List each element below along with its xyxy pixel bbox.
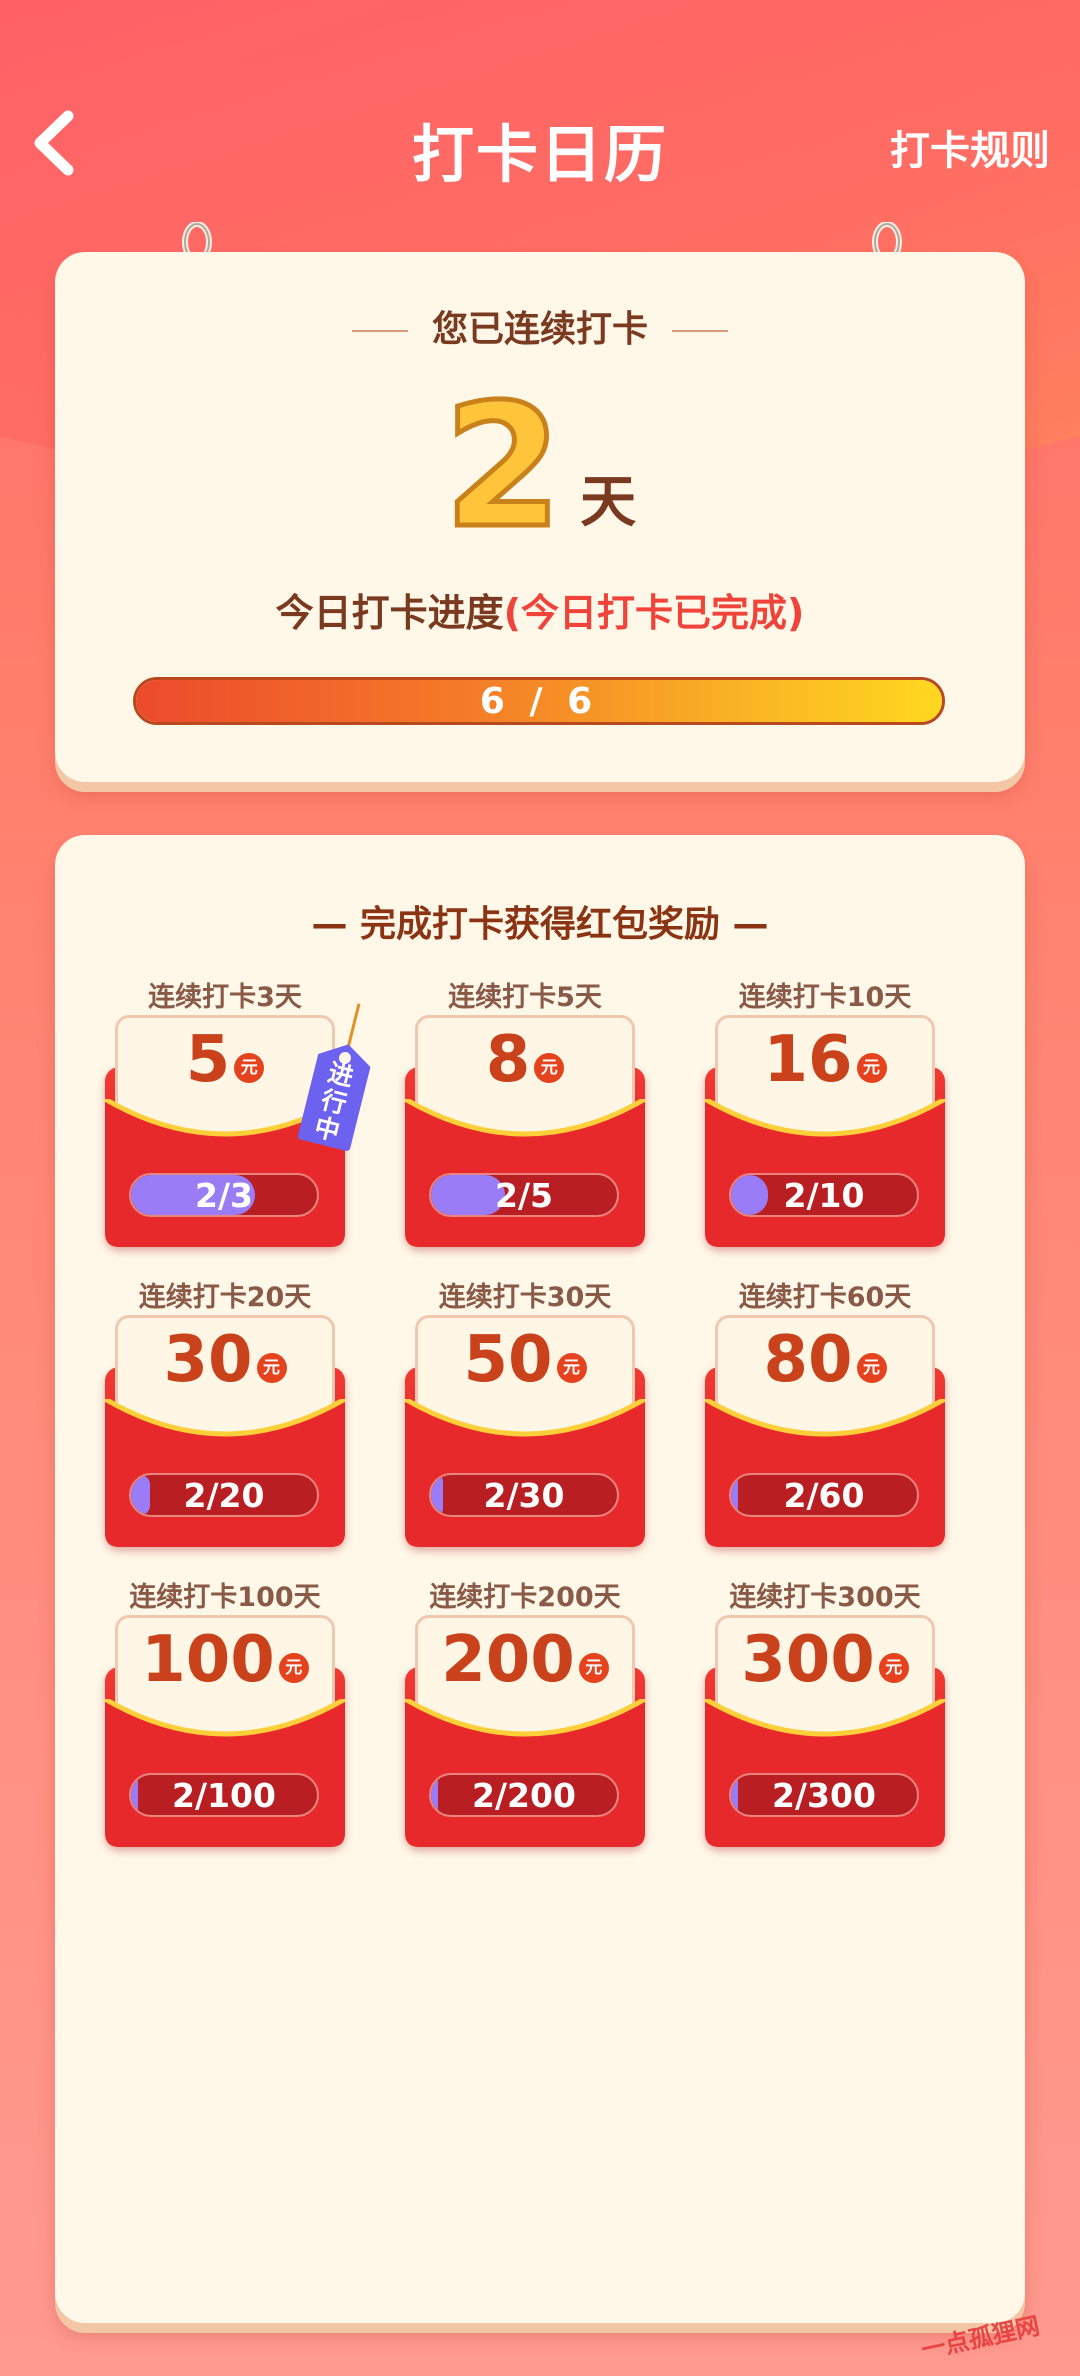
reward-item[interactable]: 连续打卡100天 100 元 2/100 — [105, 1575, 345, 1847]
streak-card: 您已连续打卡 2天 今日打卡进度(今日打卡已完成) 6 / 6 — [55, 252, 1025, 782]
streak-days: 2天 — [55, 368, 1025, 566]
today-progress-bar: 6 / 6 — [133, 677, 945, 725]
reward-progress-bar: 2/100 — [129, 1773, 319, 1817]
reward-progress-value: 2/30 — [483, 1475, 565, 1515]
reward-amount-value: 8 — [485, 1023, 531, 1097]
reward-caption: 连续打卡200天 — [429, 1582, 621, 1613]
yuan-badge: 元 — [578, 1653, 609, 1683]
yuan-badge: 元 — [278, 1653, 309, 1683]
streak-heading-text: 您已连续打卡 — [431, 309, 648, 350]
reward-progress-value: 2/200 — [472, 1775, 576, 1815]
reward-item[interactable]: 连续打卡20天 30 元 2/20 — [105, 1275, 345, 1547]
reward-progress-value: 2/20 — [183, 1475, 265, 1515]
rewards-card: — 完成打卡获得红包奖励 — 连续打卡3天 5 元 2/3 进行中连续打卡5天 8 元 2/5… — [55, 835, 1025, 2323]
reward-progress-value: 2/10 — [783, 1175, 865, 1215]
reward-amount-value: 50 — [463, 1323, 553, 1397]
reward-amount: 80 元 — [705, 1323, 945, 1397]
today-progress-value: 6 / 6 — [479, 680, 599, 722]
red-envelope: 200 元 2/200 — [405, 1615, 645, 1847]
reward-caption: 连续打卡10天 — [738, 982, 912, 1013]
divider — [351, 330, 408, 332]
reward-item[interactable]: 连续打卡5天 8 元 2/5 — [405, 975, 645, 1247]
yuan-badge: 元 — [878, 1653, 909, 1683]
reward-amount: 200 元 — [405, 1623, 645, 1697]
reward-progress-value: 2/100 — [172, 1775, 276, 1815]
today-progress-text: 今日打卡进度 — [275, 591, 504, 635]
reward-item[interactable]: 连续打卡60天 80 元 2/60 — [705, 1275, 945, 1547]
divider — [672, 330, 728, 332]
reward-amount-value: 300 — [741, 1623, 875, 1697]
yuan-badge: 元 — [534, 1053, 565, 1083]
streak-count: 2 — [441, 368, 564, 566]
red-envelope: 8 元 2/5 — [405, 1015, 645, 1247]
rewards-title: — 完成打卡获得红包奖励 — — [311, 904, 769, 945]
streak-unit: 天 — [580, 470, 637, 535]
reward-progress-value: 2/60 — [783, 1475, 865, 1515]
reward-item[interactable]: 连续打卡3天 5 元 2/3 进行中 — [105, 975, 345, 1247]
reward-amount: 100 元 — [105, 1623, 345, 1697]
reward-amount-value: 80 — [763, 1323, 853, 1397]
streak-heading: 您已连续打卡 — [55, 300, 1025, 352]
reward-progress-bar: 2/10 — [729, 1173, 919, 1217]
reward-caption: 连续打卡60天 — [738, 1282, 912, 1313]
reward-progress-bar: 2/60 — [729, 1473, 919, 1517]
reward-item[interactable]: 连续打卡200天 200 元 2/200 — [405, 1575, 645, 1847]
reward-amount-value: 30 — [163, 1323, 253, 1397]
red-envelope: 80 元 2/60 — [705, 1315, 945, 1547]
reward-amount: 30 元 — [105, 1323, 345, 1397]
reward-amount-value: 100 — [141, 1623, 275, 1697]
red-envelope: 50 元 2/30 — [405, 1315, 645, 1547]
reward-item[interactable]: 连续打卡30天 50 元 2/30 — [405, 1275, 645, 1547]
reward-progress-bar: 2/5 — [429, 1173, 619, 1217]
yuan-badge: 元 — [234, 1053, 265, 1083]
reward-item[interactable]: 连续打卡10天 16 元 2/10 — [705, 975, 945, 1247]
rules-link[interactable]: 打卡规则 — [890, 118, 1050, 176]
top-bar: 打卡日历 打卡规则 — [0, 90, 1080, 200]
today-progress-label: 今日打卡进度(今日打卡已完成) — [55, 582, 1025, 637]
reward-caption: 连续打卡3天 — [148, 982, 302, 1013]
reward-progress-bar: 2/3 — [129, 1173, 319, 1217]
yuan-badge: 元 — [556, 1353, 587, 1383]
yuan-badge: 元 — [856, 1053, 887, 1083]
reward-amount-value: 16 — [763, 1023, 853, 1097]
reward-caption: 连续打卡300天 — [729, 1582, 921, 1613]
reward-caption: 连续打卡30天 — [438, 1282, 612, 1313]
reward-caption: 连续打卡100天 — [129, 1582, 321, 1613]
red-envelope: 16 元 2/10 — [705, 1015, 945, 1247]
red-envelope: 30 元 2/20 — [105, 1315, 345, 1547]
reward-progress-bar: 2/20 — [129, 1473, 319, 1517]
reward-caption: 连续打卡20天 — [138, 1282, 312, 1313]
reward-progress-bar: 2/200 — [429, 1773, 619, 1817]
red-envelope: 300 元 2/300 — [705, 1615, 945, 1847]
reward-progress-bar: 2/300 — [729, 1773, 919, 1817]
red-envelope: 100 元 2/100 — [105, 1615, 345, 1847]
reward-progress-value: 2/300 — [772, 1775, 876, 1815]
reward-item[interactable]: 连续打卡300天 300 元 2/300 — [705, 1575, 945, 1847]
tag-string — [346, 1003, 361, 1047]
reward-amount: 8元 — [405, 1023, 645, 1097]
yuan-badge: 元 — [856, 1353, 887, 1383]
reward-amount: 300 元 — [705, 1623, 945, 1697]
reward-amount-value: 200 — [441, 1623, 575, 1697]
yuan-badge: 元 — [256, 1353, 287, 1383]
reward-amount-value: 5 — [185, 1023, 231, 1097]
reward-amount: 16 元 — [705, 1023, 945, 1097]
reward-caption: 连续打卡5天 — [448, 982, 602, 1013]
reward-progress-value: 2/5 — [495, 1175, 553, 1215]
reward-progress-bar: 2/30 — [429, 1473, 619, 1517]
reward-amount: 50 元 — [405, 1323, 645, 1397]
reward-progress-value: 2/3 — [195, 1175, 253, 1215]
today-status: (今日打卡已完成) — [503, 591, 805, 635]
